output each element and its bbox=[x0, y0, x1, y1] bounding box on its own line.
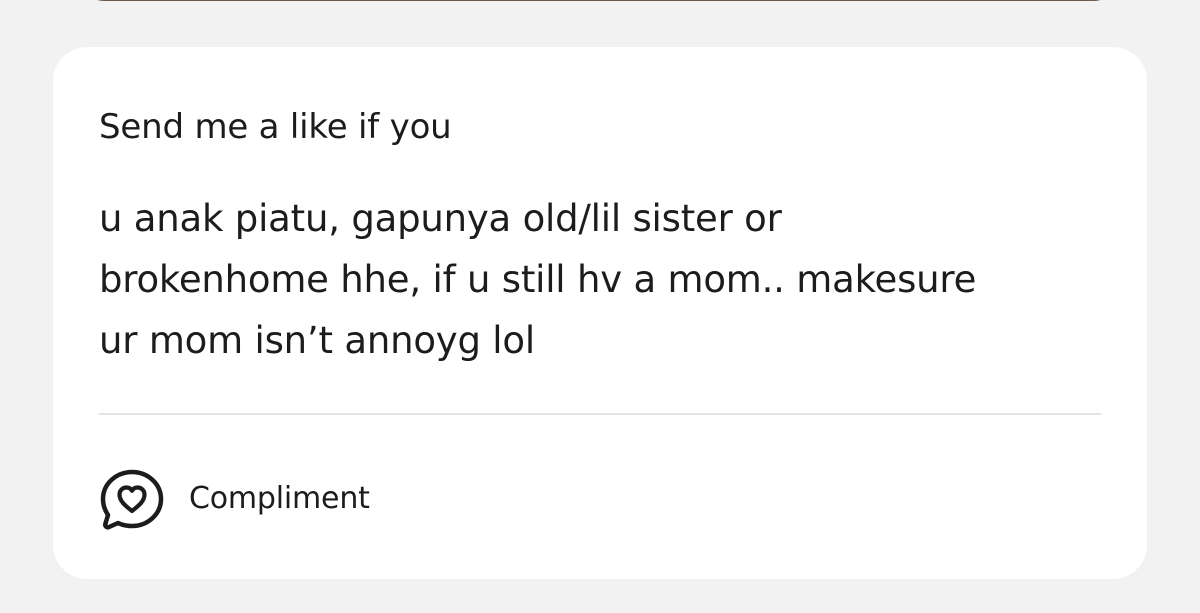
prompt-card: Send me a like if you u anak piatu, gapu… bbox=[53, 47, 1147, 579]
prompt-title: Send me a like if you bbox=[99, 107, 452, 147]
compliment-label: Compliment bbox=[189, 481, 370, 516]
prompt-answer: u anak piatu, gapunya old/lil sister or … bbox=[99, 188, 1109, 371]
prompt-answer-line: brokenhome hhe, if u still hv a mom.. ma… bbox=[99, 258, 977, 301]
compliment-button[interactable]: Compliment bbox=[99, 467, 370, 531]
divider bbox=[99, 413, 1101, 415]
heart-speech-bubble-icon bbox=[100, 469, 164, 530]
prompt-answer-line: u anak piatu, gapunya old/lil sister or bbox=[99, 197, 782, 240]
photo-card-bottom-edge bbox=[82, 0, 1116, 1]
prompt-answer-line: ur mom isn’t annoyg lol bbox=[99, 319, 535, 362]
